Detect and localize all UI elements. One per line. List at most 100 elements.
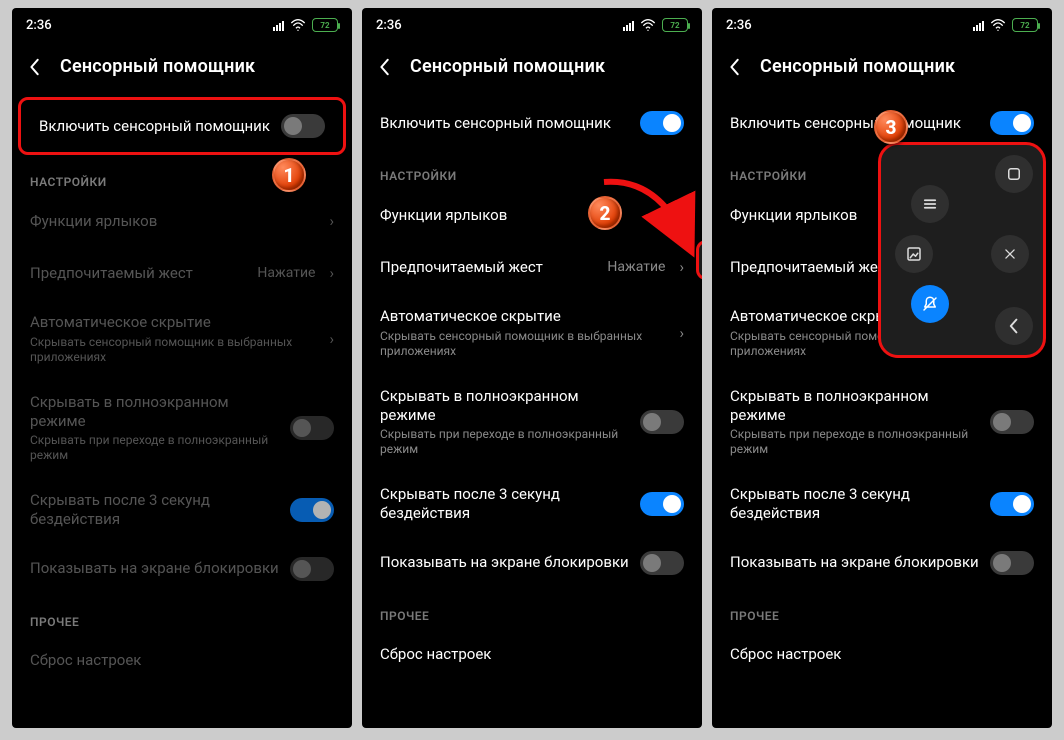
gesture-row[interactable]: Предпочитаемый жест Нажатие ›: [362, 241, 702, 293]
quickball-mute-button[interactable]: [911, 285, 949, 323]
lock-row[interactable]: Показывать на экране блокировки: [712, 537, 1052, 589]
phone-screen-3: 2:36 72 Сенсорный помощник Включить сенс…: [712, 8, 1052, 728]
back-button[interactable]: [376, 58, 394, 76]
idle-toggle[interactable]: [290, 498, 334, 522]
step-badge-3: 3: [874, 110, 908, 144]
section-settings: НАСТРОЙКИ: [362, 149, 702, 189]
highlight-box-1: Включить сенсорный помощник: [18, 97, 346, 155]
shortcuts-label: Функции ярлыков: [30, 212, 319, 231]
enable-label: Включить сенсорный помощник: [39, 117, 271, 136]
idle-row[interactable]: Скрывать после 3 секунд бездействия: [362, 471, 702, 537]
status-bar: 2:36 72: [362, 8, 702, 42]
section-other: ПРОЧЕЕ: [12, 595, 352, 635]
enable-toggle[interactable]: [281, 114, 325, 138]
cell-signal-icon: [623, 19, 634, 31]
autohide-label: Автоматическое скрытие: [380, 307, 669, 326]
cell-signal-icon: [973, 19, 984, 31]
lock-toggle[interactable]: [290, 557, 334, 581]
enable-label: Включить сенсорный помощник: [380, 114, 630, 133]
reset-label: Сброс настроек: [730, 645, 1034, 664]
idle-label: Скрывать после 3 секунд бездействия: [30, 491, 280, 529]
fullhide-label: Скрывать в полноэкранном режиме: [730, 387, 980, 425]
fullhide-toggle[interactable]: [990, 410, 1034, 434]
gesture-row[interactable]: Предпочитаемый жестНажатие›: [12, 247, 352, 299]
fullhide-label: Скрывать в полноэкранном режиме: [380, 387, 630, 425]
fullhide-toggle[interactable]: [640, 410, 684, 434]
fullhide-sub: Скрывать при переходе в полноэкранный ре…: [730, 427, 980, 457]
battery-icon: 72: [312, 18, 338, 32]
enable-toggle[interactable]: [640, 111, 684, 135]
idle-toggle[interactable]: [640, 492, 684, 516]
fullhide-row[interactable]: Скрывать в полноэкранном режимеСкрывать …: [712, 373, 1052, 472]
autohide-sub: Скрывать сенсорный помощник в выбранных …: [30, 335, 319, 365]
reset-row[interactable]: Сброс настроек: [712, 629, 1052, 681]
chevron-right-icon: ›: [679, 206, 684, 224]
enable-toggle-row[interactable]: Включить сенсорный помощник: [21, 100, 343, 152]
lock-label: Показывать на экране блокировки: [730, 553, 980, 572]
page-header: Сенсорный помощник: [12, 42, 352, 97]
fullhide-toggle[interactable]: [290, 416, 334, 440]
status-bar: 2:36 72: [712, 8, 1052, 42]
gesture-value: Нажатие: [607, 259, 665, 275]
chevron-right-icon: ›: [329, 212, 334, 230]
autohide-sub: Скрывать сенсорный помощник в выбранных …: [380, 329, 669, 359]
lock-row[interactable]: Показывать на экране блокировки: [12, 543, 352, 595]
chevron-right-icon: ›: [329, 264, 334, 282]
quickball-back-button[interactable]: [995, 307, 1033, 345]
clock: 2:36: [26, 18, 52, 33]
clock: 2:36: [376, 18, 402, 33]
idle-row[interactable]: Скрывать после 3 секунд бездействия: [712, 471, 1052, 537]
wifi-icon: [290, 19, 306, 31]
autohide-row[interactable]: Автоматическое скрытие Скрывать сенсорный…: [12, 299, 352, 379]
quickball-menu-button[interactable]: [911, 185, 949, 223]
reset-label: Сброс настроек: [380, 645, 684, 664]
idle-toggle[interactable]: [990, 492, 1034, 516]
wifi-icon: [640, 19, 656, 31]
phone-screen-1: 2:36 72 Сенсорный помощник Включить сенс…: [12, 8, 352, 728]
quickball-screenshot-button[interactable]: [895, 235, 933, 273]
back-button[interactable]: [26, 58, 44, 76]
fullhide-sub: Скрывать при переходе в полноэкранный ре…: [30, 433, 280, 463]
cell-signal-icon: [273, 19, 284, 31]
chevron-right-icon: ›: [679, 258, 684, 276]
idle-label: Скрывать после 3 секунд бездействия: [730, 485, 980, 523]
shortcuts-label: Функции ярлыков: [380, 206, 669, 225]
shortcuts-row[interactable]: Функции ярлыков ›: [362, 189, 702, 241]
battery-icon: 72: [662, 18, 688, 32]
phone-screen-2: 2:36 72 Сенсорный помощник Включить сенс…: [362, 8, 702, 728]
chevron-right-icon: ›: [679, 324, 684, 342]
enable-label: Включить сенсорный помощник: [730, 114, 980, 133]
quickball-close-button[interactable]: [991, 235, 1029, 273]
page-header: Сенсорный помощник: [362, 42, 702, 97]
step-badge-1: 1: [272, 158, 306, 192]
status-bar: 2:36 72: [12, 8, 352, 42]
enable-toggle[interactable]: [990, 111, 1034, 135]
wifi-icon: [990, 19, 1006, 31]
lock-row[interactable]: Показывать на экране блокировки: [362, 537, 702, 589]
gesture-label: Предпочитаемый жест: [30, 264, 247, 283]
enable-toggle-row[interactable]: Включить сенсорный помощник: [362, 97, 702, 149]
quickball-menu: [878, 142, 1046, 358]
page-title: Сенсорный помощник: [410, 56, 605, 77]
gesture-label: Предпочитаемый жест: [380, 258, 597, 277]
page-title: Сенсорный помощник: [60, 56, 255, 77]
lock-toggle[interactable]: [640, 551, 684, 575]
chevron-right-icon: ›: [329, 330, 334, 348]
reset-row[interactable]: Сброс настроек: [12, 635, 352, 687]
step-badge-2: 2: [588, 196, 622, 230]
shortcuts-row[interactable]: Функции ярлыков ›: [12, 195, 352, 247]
page-header: Сенсорный помощник: [712, 42, 1052, 97]
back-button[interactable]: [726, 58, 744, 76]
autohide-label: Автоматическое скрытие: [30, 313, 319, 332]
page-title: Сенсорный помощник: [760, 56, 955, 77]
autohide-row[interactable]: Автоматическое скрытие Скрывать сенсорный…: [362, 293, 702, 373]
fullhide-row[interactable]: Скрывать в полноэкранном режимеСкрывать …: [362, 373, 702, 472]
reset-row[interactable]: Сброс настроек: [362, 629, 702, 681]
quickball-home-button[interactable]: [995, 155, 1033, 193]
quickball-handle[interactable]: [696, 240, 702, 280]
fullhide-row[interactable]: Скрывать в полноэкранном режимеСкрывать …: [12, 379, 352, 478]
lock-toggle[interactable]: [990, 551, 1034, 575]
lock-label: Показывать на экране блокировки: [380, 553, 630, 572]
idle-row[interactable]: Скрывать после 3 секунд бездействия: [12, 477, 352, 543]
section-other: ПРОЧЕЕ: [362, 589, 702, 629]
